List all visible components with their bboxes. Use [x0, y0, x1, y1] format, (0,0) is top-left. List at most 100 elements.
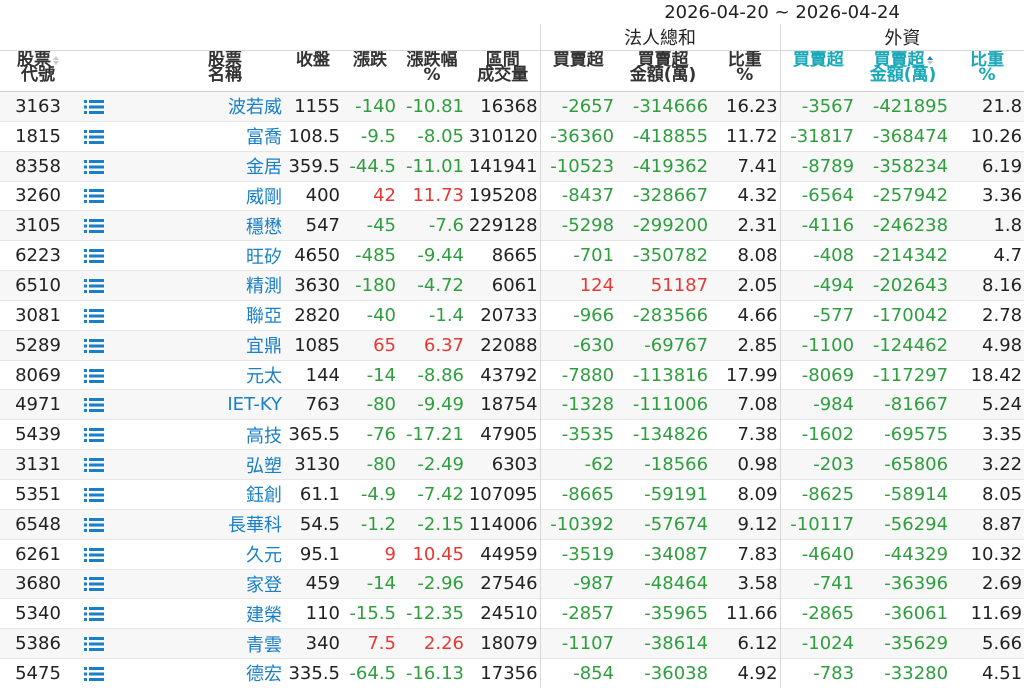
- col-header-name[interactable]: 股票 名稱: [166, 50, 284, 92]
- cell-pct: -2.49: [398, 449, 466, 480]
- stock-name-link[interactable]: 宜鼎: [166, 329, 284, 361]
- col-header-close[interactable]: 收盤: [284, 50, 342, 92]
- stock-name-link[interactable]: 穩懋: [166, 210, 284, 241]
- cell-pct: -9.44: [398, 240, 466, 271]
- stock-name-link[interactable]: 青雲: [166, 628, 284, 659]
- table-row[interactable]: 3081 聯亞 2820 -40 -1.4 20733 -966 -283566 4.66 -57…: [0, 299, 1024, 331]
- stock-name-link[interactable]: 鈺創: [166, 478, 284, 510]
- cell-inst-amt: -113816: [616, 359, 711, 390]
- table-row[interactable]: 6510 精測 3630 -180 -4.72 6061 124 51187 2.05 -494-…: [0, 270, 1024, 301]
- stock-name-link[interactable]: 波若威: [166, 91, 284, 122]
- cell-fx-amt: -257942: [856, 180, 951, 211]
- cell-fx-net: -3567: [779, 91, 857, 122]
- stock-name-link[interactable]: 元太: [166, 359, 284, 390]
- table-row[interactable]: 1815 富喬 108.5 -9.5 -8.05 310120 -36360 -418855 1…: [0, 120, 1024, 152]
- cell-pct: -8.86: [398, 359, 466, 390]
- col-header-volume[interactable]: 區間 成交量: [466, 50, 541, 92]
- table-row[interactable]: 5289 宜鼎 1085 65 6.37 22088 -630 -69767 2.85 -1100…: [0, 329, 1024, 361]
- stock-code: 8069: [0, 359, 76, 390]
- detail-list-icon[interactable]: [76, 270, 166, 301]
- table-row[interactable]: 3131 弘塑 3130 -80 -2.49 6303 -62 -18566 0.98 -203-…: [0, 449, 1024, 480]
- stock-name-link[interactable]: 建榮: [166, 598, 284, 629]
- cell-inst-ratio: 2.05: [710, 270, 781, 301]
- stock-name-link[interactable]: IET-KY: [166, 389, 284, 420]
- detail-list-icon[interactable]: [76, 91, 166, 122]
- detail-list-icon[interactable]: [76, 598, 166, 629]
- detail-list-icon[interactable]: [76, 538, 166, 569]
- col-header-fx-amt[interactable]: 買賣超 金額(萬): [856, 50, 951, 92]
- table-row[interactable]: 3105 穩懋 547 -45 -7.6 229128 -5298 -299200 2.31 -4…: [0, 210, 1024, 241]
- table-row[interactable]: 6223 旺矽 4650 -485 -9.44 8665 -701 -350782 8.08 -4…: [0, 240, 1024, 271]
- stock-name-link[interactable]: 久元: [166, 538, 284, 569]
- detail-list-icon[interactable]: [76, 658, 166, 688]
- detail-list-icon[interactable]: [76, 449, 166, 480]
- cell-inst-ratio: 11.66: [710, 598, 781, 629]
- cell-change: 9: [342, 538, 398, 569]
- col-header-inst-ratio[interactable]: 比重%: [710, 50, 781, 92]
- stock-name-link[interactable]: 威剛: [166, 180, 284, 211]
- cell-fx-net: -2865: [779, 598, 857, 629]
- table-row[interactable]: 5439 高技 365.5 -76 -17.21 47905 -3535 -134826 7.3…: [0, 419, 1024, 450]
- cell-inst-amt: -314666: [616, 91, 711, 122]
- cell-fx-amt: -117297: [856, 359, 951, 390]
- detail-list-icon[interactable]: [76, 329, 166, 361]
- sort-icon: [926, 55, 933, 66]
- cell-change: 7.5: [342, 628, 398, 659]
- table-row[interactable]: 6548 長華科 54.5 -1.2 -2.15 114006 -10392 -57674 9.…: [0, 508, 1024, 540]
- stock-name-link[interactable]: 德宏: [166, 658, 284, 688]
- col-header-fx-ratio[interactable]: 比重%: [950, 50, 1024, 92]
- stock-name-link[interactable]: 高技: [166, 419, 284, 450]
- cell-fx-net: -8789: [779, 150, 857, 182]
- table-row[interactable]: 3260 威剛 400 42 11.73 195208 -8437 -328667 4.32 -6…: [0, 180, 1024, 211]
- detail-list-icon[interactable]: [76, 478, 166, 510]
- col-header-inst-amt[interactable]: 買賣超 金額(萬): [616, 50, 711, 92]
- cell-volume: 107095: [466, 478, 541, 510]
- cell-pct: -17.21: [398, 419, 466, 450]
- detail-list-icon[interactable]: [76, 359, 166, 390]
- cell-pct: 10.45: [398, 538, 466, 569]
- stock-name-link[interactable]: 聯亞: [166, 299, 284, 331]
- detail-list-icon[interactable]: [76, 389, 166, 420]
- table-row[interactable]: 8069 元太 144 -14 -8.86 43792 -7880 -113816 17.99-…: [0, 359, 1024, 390]
- stock-name-link[interactable]: 精測: [166, 270, 284, 301]
- detail-list-icon[interactable]: [76, 508, 166, 540]
- table-row[interactable]: 5386 青雲 340 7.5 2.26 18079 -1107 -38614 6.12 -102…: [0, 628, 1024, 659]
- col-header-inst-net[interactable]: 買賣超: [539, 50, 617, 92]
- table-row[interactable]: 5475 德宏 335.5 -64.5 -16.13 17356 -854 -36038 4.9…: [0, 658, 1024, 688]
- cell-fx-ratio: 2.78: [950, 299, 1024, 331]
- cell-fx-ratio: 4.51: [950, 658, 1024, 688]
- detail-list-icon[interactable]: [76, 568, 166, 599]
- detail-list-icon[interactable]: [76, 150, 166, 182]
- table-row[interactable]: 8358 金居 359.5 -44.5 -11.01 141941 -10523 -41936…: [0, 150, 1024, 182]
- detail-list-icon[interactable]: [76, 120, 166, 152]
- detail-list-icon[interactable]: [76, 419, 166, 450]
- detail-list-icon[interactable]: [76, 628, 166, 659]
- cell-volume: 141941: [466, 150, 541, 182]
- table-row[interactable]: 4971 IET-KY 763 -80 -9.49 18754 -1328 -111006 7.…: [0, 389, 1024, 420]
- detail-list-icon[interactable]: [76, 240, 166, 271]
- stock-name-link[interactable]: 金居: [166, 150, 284, 182]
- stock-name-link[interactable]: 家登: [166, 568, 284, 599]
- stock-name-link[interactable]: 富喬: [166, 120, 284, 152]
- detail-list-icon[interactable]: [76, 299, 166, 331]
- col-header-pct[interactable]: 漲跌幅%: [398, 50, 466, 92]
- cell-inst-net: -987: [539, 568, 617, 599]
- detail-list-icon[interactable]: [76, 210, 166, 241]
- table-row[interactable]: 5351 鈺創 61.1 -4.9 -7.42 107095 -8665 -59191 8.09…: [0, 478, 1024, 510]
- col-header-change[interactable]: 漲跌: [342, 50, 398, 92]
- cell-inst-ratio: 9.12: [710, 508, 781, 540]
- table-row[interactable]: 3163 波若威 1155 -140 -10.81 16368 -2657 -314666 16…: [0, 91, 1024, 122]
- detail-list-icon[interactable]: [76, 180, 166, 211]
- cell-fx-net: -783: [779, 658, 857, 688]
- col-header-code[interactable]: 股票 代號: [0, 50, 76, 92]
- table-row[interactable]: 6261 久元 95.1 9 10.45 44959 -3519 -34087 7.83 -464…: [0, 538, 1024, 569]
- stock-name-link[interactable]: 長華科: [166, 508, 284, 540]
- cell-close: 763: [284, 389, 342, 420]
- cell-inst-ratio: 3.58: [710, 568, 781, 599]
- cell-fx-ratio: 10.32: [950, 538, 1024, 569]
- stock-name-link[interactable]: 弘塑: [166, 449, 284, 480]
- table-row[interactable]: 3680 家登 459 -14 -2.96 27546 -987 -48464 3.58 -741…: [0, 568, 1024, 599]
- col-header-fx-net[interactable]: 買賣超: [779, 50, 857, 92]
- stock-name-link[interactable]: 旺矽: [166, 240, 284, 271]
- table-row[interactable]: 5340 建榮 110 -15.5 -12.35 24510 -2857 -35965 11.6…: [0, 598, 1024, 629]
